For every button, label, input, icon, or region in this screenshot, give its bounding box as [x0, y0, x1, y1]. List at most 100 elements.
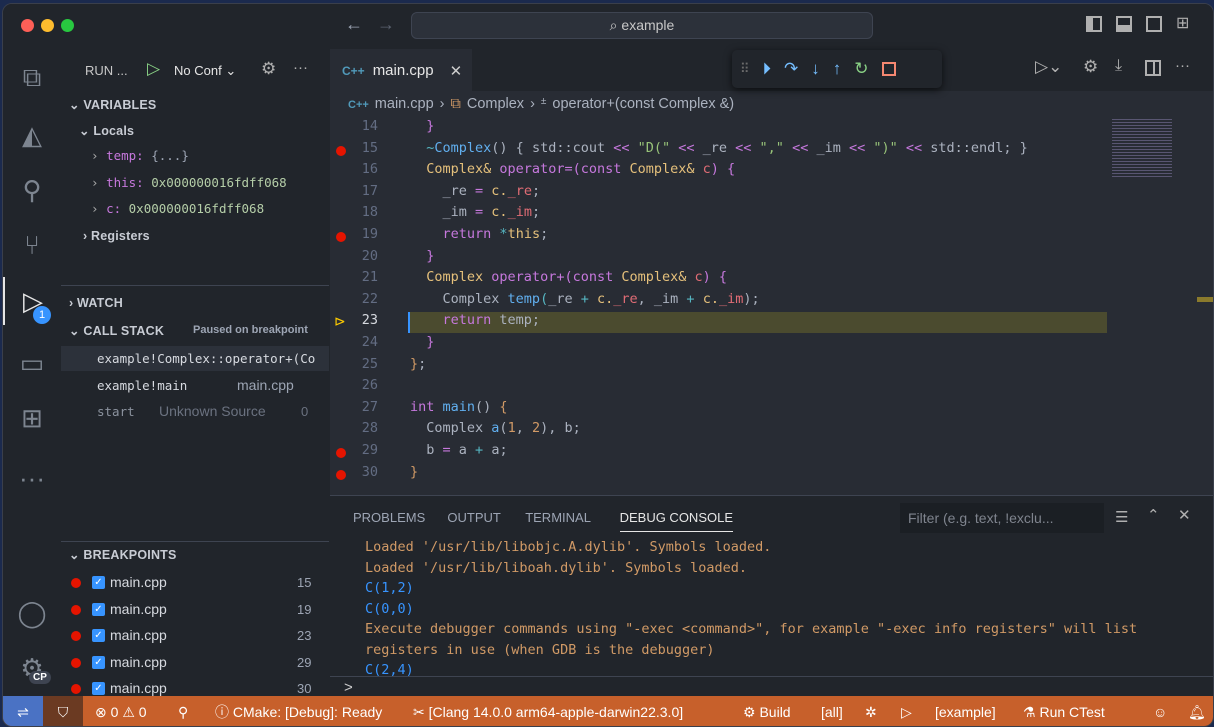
callstack-section-header[interactable]: ⌄ CALL STACK [69, 323, 164, 338]
drag-handle-icon[interactable]: ⠿ [740, 61, 750, 77]
toggle-secondary-sidebar-icon[interactable] [1146, 16, 1162, 32]
scrollbar-marker[interactable] [1197, 297, 1213, 302]
source-control-icon[interactable]: ⑂ [3, 221, 61, 269]
code-token: << [735, 139, 760, 156]
debug-bug-icon[interactable]: ✲ [865, 696, 877, 726]
split-editor-icon[interactable] [1145, 60, 1161, 76]
toggle-sidebar-icon[interactable] [1086, 16, 1102, 32]
start-debugging-icon[interactable]: ▷ [147, 59, 160, 79]
forward-arrow-icon[interactable]: → [377, 14, 395, 35]
kit-selector[interactable]: ✂ [Clang 14.0.0 arm64-apple-darwin22.3.0… [413, 696, 683, 726]
download-icon[interactable]: ⤓ [1115, 57, 1122, 75]
run-icon[interactable]: ▷ [901, 696, 912, 726]
filter-input[interactable]: Filter (e.g. text, !exclu... [900, 503, 1104, 533]
run-debug-sidebar: RUN ... ▷ No Conf ⌄ ⚙ ··· ⌄ VARIABLES ⌄ … [61, 49, 329, 696]
customize-layout-icon[interactable]: ⊞ [1176, 13, 1189, 33]
step-over-icon[interactable]: ↷ [784, 59, 798, 79]
tab-main-cpp[interactable]: C++ main.cpp ✕ [330, 49, 472, 91]
breadcrumb-symbol[interactable]: operator+(const Complex &) [552, 96, 734, 114]
cmake-status[interactable]: ⓘ CMake: [Debug]: Ready [215, 696, 382, 726]
breakpoint-checkbox[interactable]: ✓ [92, 655, 105, 669]
back-arrow-icon[interactable]: ← [345, 14, 363, 35]
explorer-icon[interactable]: ⧉ [3, 54, 61, 102]
code-token: ; [531, 182, 541, 199]
breakpoint-checkbox[interactable]: ✓ [92, 602, 105, 616]
minimize-window-button[interactable] [41, 19, 54, 32]
notifications-icon[interactable]: 🔔︎ [1188, 696, 1206, 726]
feedback-icon[interactable]: ☺ [1153, 696, 1167, 726]
code-token: ); [743, 290, 760, 307]
command-center-search[interactable]: ⌕ example [411, 12, 873, 39]
run-debug-dropdown-icon[interactable]: ▷⌄ [1035, 57, 1062, 77]
launch-target[interactable]: [example] [935, 696, 996, 726]
tab-problems[interactable]: PROBLEMS [353, 510, 425, 525]
step-out-icon[interactable]: ↑ [833, 59, 842, 79]
breakpoint-checkbox[interactable]: ✓ [92, 629, 105, 642]
line-number: 17 [361, 182, 378, 199]
build-target[interactable]: [all] [821, 696, 843, 726]
registers-scope[interactable]: › Registers [83, 229, 150, 243]
maximize-panel-icon[interactable]: ⌃ [1147, 506, 1160, 524]
breadcrumb-class[interactable]: Complex [467, 96, 524, 114]
tab-debug-console[interactable]: DEBUG CONSOLE [619, 510, 734, 532]
close-panel-icon[interactable]: ✕ [1178, 506, 1191, 524]
code-token: _im [718, 290, 744, 307]
tab-terminal[interactable]: TERMINAL [525, 510, 591, 525]
variable-name: temp: [106, 148, 152, 163]
manage-gear-icon[interactable]: ⚙ [3, 644, 61, 692]
restart-icon[interactable]: ↻ [854, 59, 868, 79]
more-actions-icon[interactable]: ··· [293, 59, 308, 76]
variables-section-header[interactable]: ⌄ VARIABLES [69, 97, 156, 112]
close-window-button[interactable] [21, 19, 34, 32]
breakpoint-checkbox[interactable]: ✓ [92, 682, 105, 695]
locals-scope[interactable]: ⌄ Locals [79, 123, 134, 138]
step-into-icon[interactable]: ↓ [811, 59, 820, 79]
remote-window-icon[interactable]: ▭ [3, 339, 61, 387]
config-dropdown[interactable]: No Conf ⌄ [174, 63, 236, 79]
maximize-window-button[interactable] [61, 19, 74, 32]
class-icon: ⧉ [450, 96, 461, 112]
breakpoint-checkbox[interactable]: ✓ [92, 576, 105, 589]
toggle-panel-icon[interactable] [1116, 16, 1132, 32]
breakpoint-item[interactable]: ✓ main.cpp 29 [61, 653, 329, 675]
code-token: _im [410, 204, 476, 221]
minimap[interactable] [1112, 119, 1172, 179]
breadcrumb-file[interactable]: main.cpp [375, 96, 434, 114]
run-ctest-button[interactable]: ⚗ Run CTest [1023, 696, 1105, 726]
search-icon[interactable]: ⚲ [3, 166, 61, 214]
tab-output[interactable]: OUTPUT [447, 510, 500, 525]
variable-item[interactable]: › temp: {...} [91, 148, 189, 163]
run-debug-icon[interactable]: ▷ [3, 277, 61, 325]
code-editor[interactable]: 14 } 15 ~Complex() { std::cout << "D(" <<… [330, 118, 1120, 488]
build-button[interactable]: ⚙ Build [743, 696, 791, 726]
problems-indicator[interactable]: ⊗ 0 ⚠ 0 [95, 696, 147, 726]
continue-icon[interactable]: ⏵ [763, 59, 772, 79]
callstack-frame[interactable]: example!Complex::operator+(Co [61, 346, 329, 371]
variable-item[interactable]: › c: 0x000000016fdff068 [91, 201, 264, 216]
accounts-icon[interactable]: ◯ [3, 589, 61, 637]
breakpoint-item[interactable]: ✓ main.cpp 15 [61, 573, 329, 595]
bottom-panel: PROBLEMS OUTPUT TERMINAL DEBUG CONSOLE Filt… [330, 495, 1213, 696]
console-input-prompt[interactable]: > [344, 679, 353, 696]
shield-icon[interactable]: ⛉ [43, 696, 83, 726]
debug-status-icon[interactable]: ⚲ [178, 696, 188, 726]
breakpoints-section-header[interactable]: ⌄ BREAKPOINTS [69, 547, 177, 562]
watch-section-header[interactable]: › WATCH [69, 296, 123, 310]
breakpoint-item[interactable]: ✓ main.cpp 23 [61, 626, 329, 648]
callstack-frame[interactable]: start Unknown Source 0 [61, 399, 329, 424]
stop-icon[interactable] [881, 62, 896, 76]
remote-explorer-icon[interactable]: ◭ [3, 111, 61, 159]
gear-icon[interactable]: ⚙ [1083, 57, 1098, 77]
extensions-icon[interactable]: ⊞ [3, 394, 61, 442]
close-tab-icon[interactable]: ✕ [450, 62, 463, 80]
code-line: } [410, 118, 434, 134]
breakpoint-item[interactable]: ✓ main.cpp 19 [61, 600, 329, 622]
callstack-frame[interactable]: example!main main.cpp [61, 373, 329, 398]
remote-indicator[interactable]: ⇌ [3, 696, 43, 726]
clear-console-icon[interactable]: ☰ [1115, 508, 1128, 526]
variable-item[interactable]: › this: 0x000000016fdff068 [91, 175, 287, 190]
more-icon[interactable]: ··· [3, 454, 61, 502]
more-actions-icon[interactable]: ··· [1175, 57, 1190, 74]
gear-icon[interactable]: ⚙ [261, 59, 276, 79]
frame-name: example!main [97, 377, 188, 393]
